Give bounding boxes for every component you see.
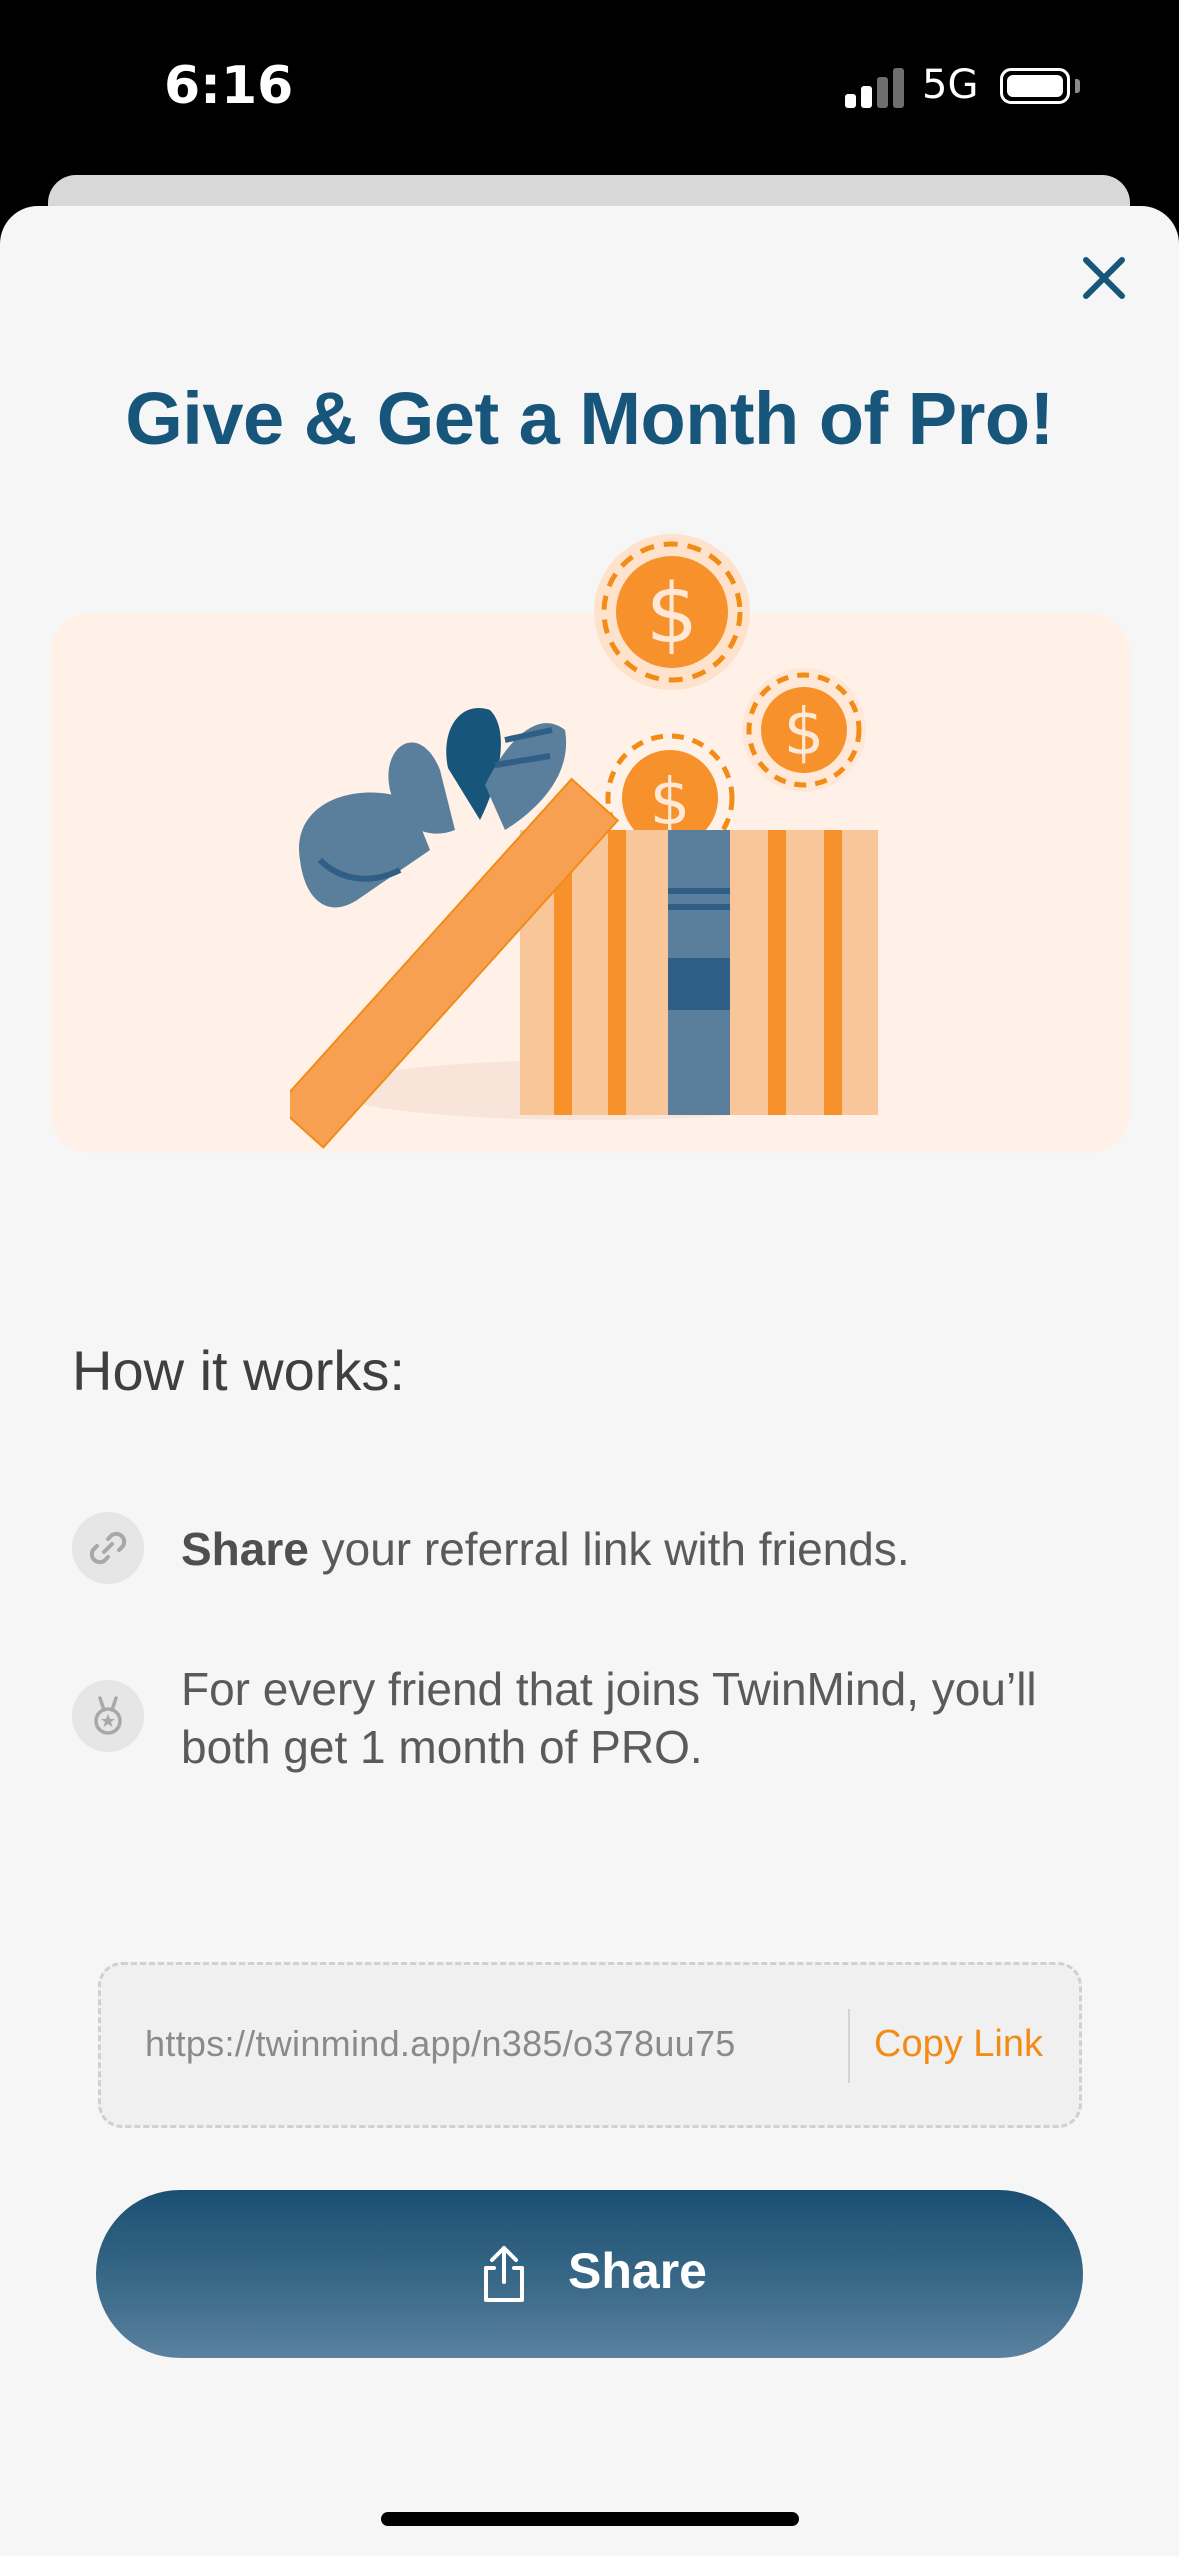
battery-icon <box>1000 68 1070 104</box>
gift-box-illustration: $ $ $ <box>290 534 878 1149</box>
step-share-bold: Share <box>181 1523 309 1575</box>
share-icon <box>484 2246 524 2302</box>
referral-url[interactable]: https://twinmind.app/n385/o378uu75 <box>145 2023 736 2065</box>
step-reward-line2: both get 1 month of PRO. <box>181 1721 703 1773</box>
battery-tip <box>1075 79 1080 93</box>
network-label: 5G <box>922 62 979 108</box>
step-reward-text: For every friend that joins TwinMind, yo… <box>181 1660 1111 1776</box>
signal-strength-icon <box>845 66 905 108</box>
home-indicator <box>381 2512 799 2526</box>
svg-text:$: $ <box>650 766 691 840</box>
close-icon[interactable] <box>1078 252 1130 304</box>
copy-link-button[interactable]: Copy Link <box>874 2023 1043 2066</box>
page-title: Give & Get a Month of Pro! <box>125 377 1054 460</box>
how-it-works-heading: How it works: <box>72 1339 405 1402</box>
coin-icon: $ <box>742 668 866 792</box>
status-bar: 6:16 5G <box>0 0 1179 175</box>
step-reward-line1: For every friend that joins TwinMind, yo… <box>181 1663 1037 1715</box>
link-icon <box>72 1512 144 1584</box>
status-time: 6:16 <box>164 56 294 116</box>
medal-icon <box>72 1680 144 1752</box>
step-share-rest: your referral link with friends. <box>308 1523 910 1575</box>
coin-icon: $ <box>594 534 750 690</box>
svg-text:$: $ <box>646 567 698 662</box>
referral-sheet: Give & Get a Month of Pro! $ $ $ How it … <box>0 206 1179 2556</box>
share-button-label: Share <box>568 2243 707 2299</box>
step-share-text: Share your referral link with friends. <box>181 1520 1111 1578</box>
divider <box>848 2009 850 2083</box>
share-button[interactable]: Share <box>96 2190 1083 2358</box>
referral-link-box: https://twinmind.app/n385/o378uu75 Copy … <box>98 1962 1082 2128</box>
svg-text:$: $ <box>784 696 825 770</box>
